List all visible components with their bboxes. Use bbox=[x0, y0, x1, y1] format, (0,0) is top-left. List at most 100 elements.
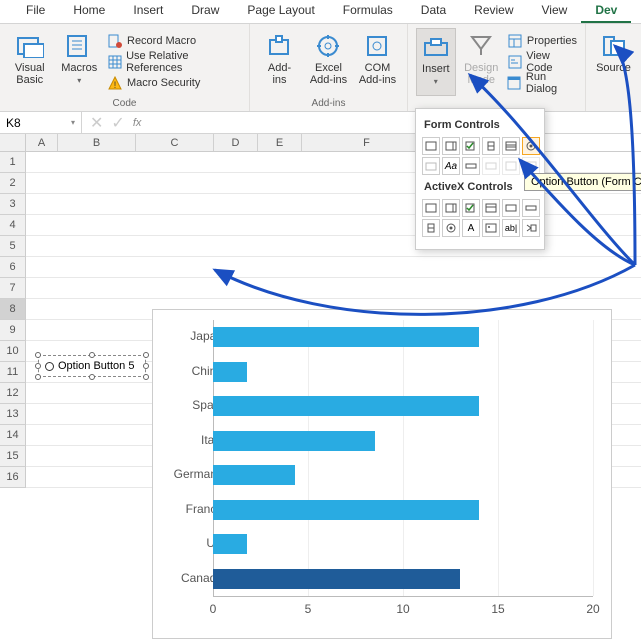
visual-basic-button[interactable]: VisualBasic bbox=[8, 28, 52, 96]
row-header[interactable]: 7 bbox=[0, 278, 26, 299]
form-label-icon[interactable]: Aa bbox=[442, 157, 460, 175]
form-controls-heading: Form Controls bbox=[424, 119, 538, 131]
excel-addins-icon bbox=[313, 32, 345, 60]
ax-option-icon[interactable] bbox=[442, 219, 460, 237]
column-header[interactable]: B bbox=[58, 134, 136, 151]
form-scrollbar-icon[interactable] bbox=[462, 157, 480, 175]
chevron-down-icon[interactable]: ▾ bbox=[71, 118, 75, 127]
form-textfield-icon[interactable] bbox=[482, 157, 500, 175]
properties-button[interactable]: Properties bbox=[507, 32, 577, 50]
row-header[interactable]: 5 bbox=[0, 236, 26, 257]
ax-label-icon[interactable]: A bbox=[462, 219, 480, 237]
ax-spin-icon[interactable] bbox=[422, 219, 440, 237]
use-relative-references-button[interactable]: Use Relative References bbox=[107, 53, 241, 71]
svg-text:!: ! bbox=[114, 80, 117, 90]
properties-icon bbox=[507, 33, 523, 49]
ax-more-icon[interactable] bbox=[522, 219, 540, 237]
macros-icon bbox=[63, 32, 95, 60]
chart-bar bbox=[213, 534, 247, 554]
ax-command-button-icon[interactable] bbox=[422, 199, 440, 217]
row-header[interactable]: 14 bbox=[0, 425, 26, 446]
ribbon-tabs: FileHomeInsertDrawPage LayoutFormulasDat… bbox=[0, 0, 641, 24]
macro-security-button[interactable]: ! Macro Security bbox=[107, 74, 241, 92]
visual-basic-icon bbox=[14, 32, 46, 60]
macros-button[interactable]: Macros ▾ bbox=[58, 28, 102, 96]
row-header[interactable]: 1 bbox=[0, 152, 26, 173]
bar-chart[interactable]: 05101520JapanChinaSpainItalyGermanyFranc… bbox=[152, 309, 612, 639]
column-header[interactable]: F bbox=[302, 134, 432, 151]
chart-bar bbox=[213, 569, 460, 589]
tab-formulas[interactable]: Formulas bbox=[329, 0, 407, 23]
tab-review[interactable]: Review bbox=[460, 0, 527, 23]
warning-icon: ! bbox=[107, 75, 123, 91]
ax-toggle-icon[interactable]: ab| bbox=[502, 219, 520, 237]
chart-x-tick: 20 bbox=[586, 602, 599, 616]
group-label-addins: Add-ins bbox=[258, 96, 399, 109]
form-listbox-icon[interactable] bbox=[502, 137, 520, 155]
column-header[interactable]: D bbox=[214, 134, 258, 151]
com-addins-button[interactable]: COMAdd-ins bbox=[356, 28, 399, 96]
row-header[interactable]: 6 bbox=[0, 257, 26, 278]
run-dialog-button[interactable]: Run Dialog bbox=[507, 74, 577, 92]
ribbon-body: VisualBasic Macros ▾ Record Macro Use Re… bbox=[0, 24, 641, 112]
row-header[interactable]: 10 bbox=[0, 341, 26, 362]
chevron-down-icon: ▾ bbox=[434, 77, 438, 86]
ax-textbox-icon[interactable] bbox=[502, 199, 520, 217]
form-checkbox-icon[interactable] bbox=[462, 137, 480, 155]
radio-icon bbox=[45, 362, 54, 371]
relative-refs-icon bbox=[107, 54, 122, 70]
chart-bar bbox=[213, 396, 479, 416]
design-mode-button[interactable]: DesignMode bbox=[462, 28, 501, 96]
row-header[interactable]: 12 bbox=[0, 383, 26, 404]
ax-combo-icon[interactable] bbox=[442, 199, 460, 217]
form-button-icon[interactable] bbox=[422, 137, 440, 155]
form-option-button-icon[interactable] bbox=[522, 137, 540, 155]
source-button[interactable]: Source bbox=[594, 28, 633, 96]
form-spinner-icon[interactable] bbox=[482, 137, 500, 155]
row-header[interactable]: 4 bbox=[0, 215, 26, 236]
row-header[interactable]: 2 bbox=[0, 173, 26, 194]
chart-bar bbox=[213, 431, 375, 451]
record-macro-button[interactable]: Record Macro bbox=[107, 32, 241, 50]
row-header[interactable]: 13 bbox=[0, 404, 26, 425]
xml-source-icon bbox=[598, 32, 630, 60]
ax-scrollbar-icon[interactable] bbox=[522, 199, 540, 217]
form-combo-icon[interactable] bbox=[442, 137, 460, 155]
column-header[interactable]: C bbox=[136, 134, 214, 151]
column-header[interactable]: E bbox=[258, 134, 302, 151]
activex-controls-heading: ActiveX Controls bbox=[424, 181, 538, 193]
form-combo-list-icon[interactable] bbox=[502, 157, 520, 175]
ax-image-icon[interactable] bbox=[482, 219, 500, 237]
addins-button[interactable]: Add-ins bbox=[258, 28, 301, 96]
ax-checkbox-icon[interactable] bbox=[462, 199, 480, 217]
row-header[interactable]: 9 bbox=[0, 320, 26, 341]
tooltip: Option Button (Form Control) bbox=[524, 173, 641, 191]
select-all-corner[interactable] bbox=[0, 134, 26, 151]
row-header[interactable]: 3 bbox=[0, 194, 26, 215]
tab-insert[interactable]: Insert bbox=[119, 0, 177, 23]
tab-data[interactable]: Data bbox=[407, 0, 460, 23]
insert-controls-button[interactable]: Insert ▾ bbox=[416, 28, 456, 96]
chart-bar bbox=[213, 327, 479, 347]
row-header[interactable]: 15 bbox=[0, 446, 26, 467]
tab-file[interactable]: File bbox=[12, 0, 59, 23]
view-code-button[interactable]: View Code bbox=[507, 53, 577, 71]
fx-icon[interactable]: fx bbox=[133, 117, 142, 129]
excel-addins-button[interactable]: ExcelAdd-ins bbox=[307, 28, 350, 96]
row-header[interactable]: 11 bbox=[0, 362, 26, 383]
chart-bar bbox=[213, 465, 295, 485]
form-groupbox-icon[interactable] bbox=[422, 157, 440, 175]
tab-page-layout[interactable]: Page Layout bbox=[233, 0, 328, 23]
row-header[interactable]: 8 bbox=[0, 299, 26, 320]
column-header[interactable]: A bbox=[26, 134, 58, 151]
tab-view[interactable]: View bbox=[528, 0, 582, 23]
design-mode-icon bbox=[465, 32, 497, 60]
option-button-control[interactable]: Option Button 5 bbox=[38, 355, 146, 377]
addins-icon bbox=[264, 32, 296, 60]
ax-listbox-icon[interactable] bbox=[482, 199, 500, 217]
row-header[interactable]: 16 bbox=[0, 467, 26, 488]
tab-home[interactable]: Home bbox=[59, 0, 119, 23]
name-box[interactable]: K8 ▾ bbox=[0, 112, 82, 133]
tab-draw[interactable]: Draw bbox=[177, 0, 233, 23]
tab-developer[interactable]: Dev bbox=[581, 0, 631, 23]
